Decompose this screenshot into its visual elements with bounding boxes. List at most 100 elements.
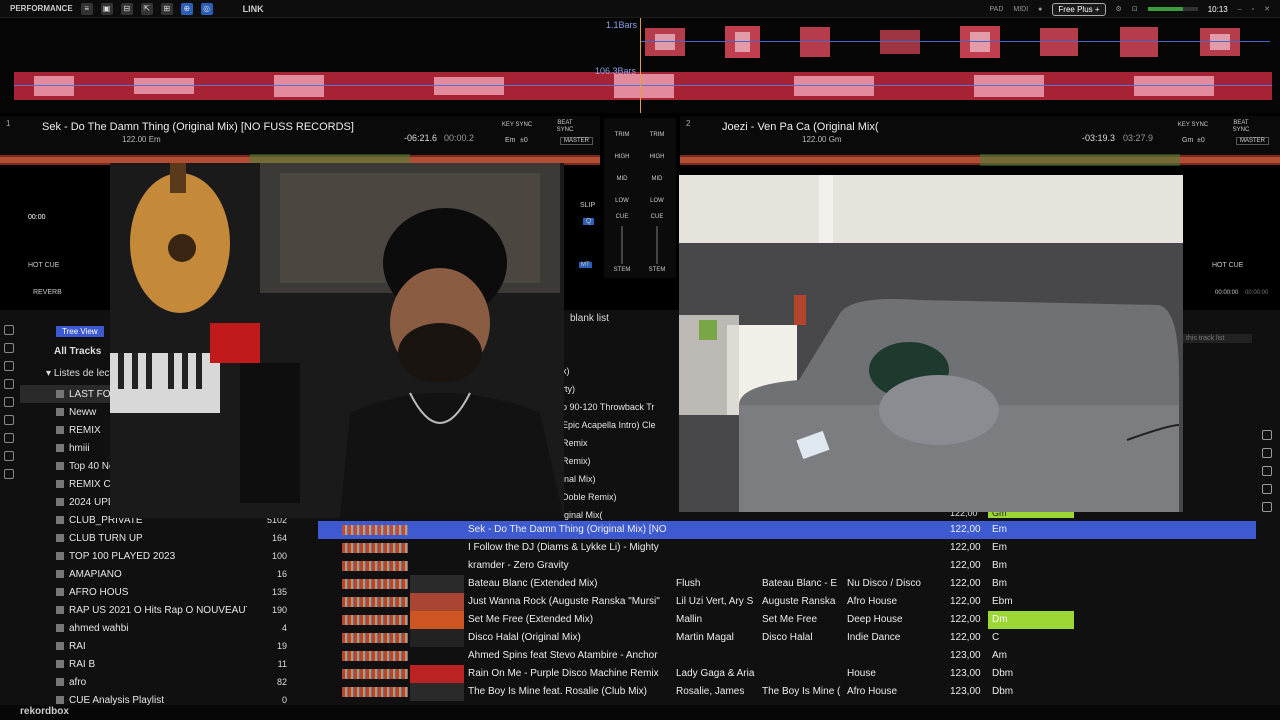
track-genre: House — [847, 668, 876, 679]
track-preview-waveform[interactable] — [342, 615, 408, 625]
playlist-item[interactable]: RAI 19 — [20, 637, 315, 655]
info-icon[interactable]: ● — [1038, 6, 1042, 13]
track-preview-waveform[interactable] — [342, 543, 408, 553]
info-panel-icon[interactable] — [1262, 466, 1272, 476]
track-preview-waveform[interactable] — [342, 525, 408, 535]
track-row[interactable]: Bateau Blanc (Extended Mix) Flush Bateau B… — [318, 575, 1256, 593]
history-icon[interactable] — [4, 415, 14, 425]
deck2-time-a: 00:00:00 — [1215, 290, 1239, 296]
collection-icon[interactable] — [4, 325, 14, 335]
plan-button[interactable]: Free Plus + — [1052, 2, 1106, 16]
maximize-icon[interactable]: ▫ — [1252, 6, 1254, 13]
settings-icon[interactable]: ⚙ — [1116, 5, 1122, 13]
playlist-item[interactable]: CLUB TURN UP 164 — [20, 529, 315, 547]
related-tracks-icon[interactable] — [1262, 448, 1272, 458]
deck1-slip-button[interactable]: SLIP — [580, 202, 595, 209]
track-preview-waveform[interactable] — [342, 633, 408, 643]
deck2-overview-waveform[interactable] — [680, 150, 1280, 170]
expand-icon[interactable]: ⊡ — [1132, 5, 1138, 13]
sync-icon[interactable] — [4, 451, 14, 461]
playlist-item[interactable]: AFRO HOUS 135 — [20, 583, 315, 601]
ch1-trim-knob[interactable]: TRIM — [612, 132, 632, 138]
album-artwork — [410, 611, 464, 629]
fx-icon[interactable]: ⊕ — [180, 2, 193, 15]
record-icon[interactable] — [4, 469, 14, 479]
track-row[interactable]: Set Me Free (Extended Mix) Mallin Set Me F… — [318, 611, 1256, 629]
track-preview-waveform[interactable] — [342, 579, 408, 589]
ch1-high-knob[interactable]: HIGH — [612, 154, 632, 160]
ch1-stem-button[interactable]: STEM — [612, 267, 632, 273]
grid-icon[interactable] — [4, 379, 14, 389]
track-row[interactable]: Rain On Me - Purple Disco Machine Remix L… — [318, 665, 1256, 683]
menu-icon[interactable]: ≡ — [80, 2, 93, 15]
playlist-icon[interactable] — [4, 343, 14, 353]
deck1-quantize-button[interactable]: Q — [583, 218, 595, 225]
ch2-high-knob[interactable]: HIGH — [647, 154, 667, 160]
deck1-master-tempo-button[interactable]: MT — [579, 262, 592, 268]
record-icon[interactable]: ▣ — [100, 2, 113, 15]
ch1-cue-button[interactable]: CUE — [612, 214, 632, 220]
close-icon[interactable]: ✕ — [1264, 5, 1270, 13]
playlist-item[interactable]: RAI B 11 — [20, 655, 315, 673]
ch2-trim-knob[interactable]: TRIM — [647, 132, 667, 138]
track-preview-waveform[interactable] — [342, 669, 408, 679]
ch2-stem-button[interactable]: STEM — [647, 267, 667, 273]
track-row[interactable]: Ahmed Spins feat Stevo Atambire - Anchor… — [318, 647, 1256, 665]
deck2-key-offset[interactable]: ±0 — [1197, 137, 1205, 144]
subpanel-icon[interactable] — [1262, 484, 1272, 494]
layout-mode-selector[interactable]: PERFORMANCE — [10, 4, 73, 13]
pad-button[interactable]: PAD — [990, 6, 1004, 13]
track-preview-waveform[interactable] — [342, 651, 408, 661]
deck2-master-button[interactable]: MASTER — [1236, 137, 1270, 145]
deck2-key-display[interactable]: Gm — [1182, 137, 1193, 144]
deck1-hot-cue-tab[interactable]: HOT CUE — [28, 262, 59, 269]
ch2-fader[interactable] — [656, 226, 658, 264]
tag-list-icon[interactable] — [1262, 430, 1272, 440]
tree-view-tab[interactable]: Tree View — [56, 326, 104, 337]
ch1-fader[interactable] — [621, 226, 623, 264]
track-row[interactable]: Sek - Do The Damn Thing (Original Mix) [… — [318, 521, 1256, 539]
link-button[interactable]: LINK — [243, 4, 264, 14]
playlist-item[interactable]: ahmed wahbi 4 — [20, 619, 315, 637]
track-preview-waveform[interactable] — [342, 597, 408, 607]
deck1-beat-sync-button[interactable]: BEAT SYNC — [550, 120, 580, 134]
mixer-icon[interactable]: ⊟ — [120, 2, 133, 15]
track-row[interactable]: kramder - Zero Gravity 122,00 Bm — [318, 557, 1256, 575]
playlist-item[interactable]: AMAPIANO 16 — [20, 565, 315, 583]
track-preview-waveform[interactable] — [342, 561, 408, 571]
playlist-item[interactable]: afro 82 — [20, 673, 315, 691]
deck2-hot-cue-tab[interactable]: HOT CUE — [1212, 262, 1243, 269]
deck1-key-sync-button[interactable]: KEY SYNC — [500, 122, 534, 129]
enlarged-waveform[interactable]: 1.1Bars 106.3Bars — [0, 18, 1280, 113]
track-preview-waveform[interactable] — [342, 687, 408, 697]
deck1-reverb-fx[interactable]: REVERB — [33, 289, 62, 296]
deck1-key-offset[interactable]: ±0 — [520, 137, 528, 144]
minimize-icon[interactable]: – — [1238, 6, 1242, 13]
device-icon[interactable] — [4, 397, 14, 407]
explorer-icon[interactable] — [4, 361, 14, 371]
ch2-mid-knob[interactable]: MID — [647, 176, 667, 182]
track-row[interactable]: Disco Halal (Original Mix) Martin Magal Di… — [318, 629, 1256, 647]
mixpoint-icon[interactable] — [1262, 502, 1272, 512]
ch1-mid-knob[interactable]: MID — [612, 176, 632, 182]
tag-icon[interactable] — [4, 433, 14, 443]
playlist-item[interactable]: TOP 100 PLAYED 2023 100 — [20, 547, 315, 565]
track-row[interactable]: The Boy Is Mine feat. Rosalie (Club Mix)… — [318, 683, 1256, 701]
sampler-icon[interactable]: ◎ — [200, 2, 213, 15]
deck2-key-sync-button[interactable]: KEY SYNC — [1176, 122, 1210, 129]
deck1-key-display[interactable]: Em — [505, 137, 516, 144]
ch2-cue-button[interactable]: CUE — [647, 214, 667, 220]
track-row[interactable]: I Follow the DJ (Diams & Lykke Li) - Mig… — [318, 539, 1256, 557]
playlist-item[interactable]: RAP US 2021 O Hits Rap O NOUVEAUTES 190 — [20, 601, 315, 619]
midi-button[interactable]: MIDI — [1013, 6, 1028, 13]
split-icon[interactable]: ⇱ — [140, 2, 153, 15]
deck2-beat-sync-button[interactable]: BEAT SYNC — [1226, 120, 1256, 134]
all-tracks-item[interactable]: All Tracks — [54, 346, 101, 357]
deck1-master-button[interactable]: MASTER — [560, 137, 594, 145]
playlists-folder[interactable]: ▾ Listes de lectu — [46, 368, 118, 379]
grid-icon[interactable]: ⊞ — [160, 2, 173, 15]
album-artwork — [410, 575, 464, 593]
ch1-low-knob[interactable]: LOW — [612, 198, 632, 204]
track-row[interactable]: Just Wanna Rock (Auguste Ranska "Mursi" L… — [318, 593, 1256, 611]
ch2-low-knob[interactable]: LOW — [647, 198, 667, 204]
